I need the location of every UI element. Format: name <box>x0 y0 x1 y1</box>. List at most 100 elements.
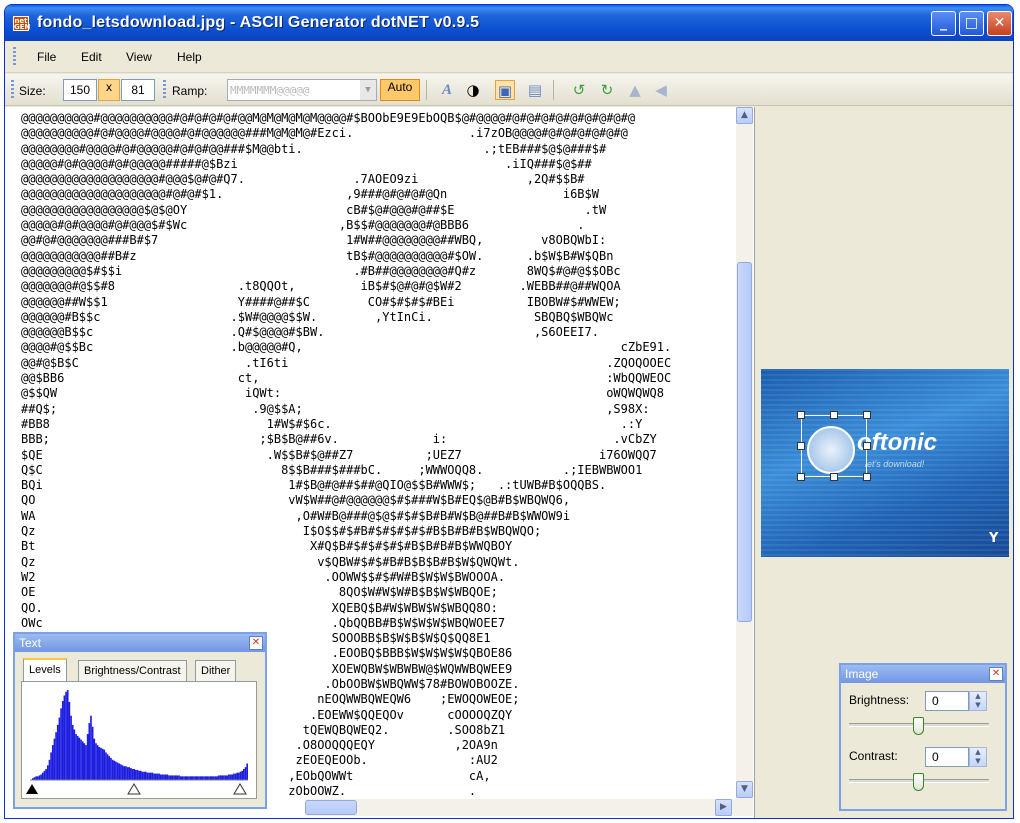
histogram-bar <box>241 770 244 780</box>
selection-handle[interactable] <box>797 473 805 481</box>
histogram-bar <box>233 773 235 780</box>
swap-size-button[interactable]: x <box>98 79 120 101</box>
menu-view[interactable]: View <box>126 50 152 64</box>
flip-vertical-icon[interactable]: ▲ <box>625 80 645 100</box>
levels-histogram[interactable] <box>22 682 256 798</box>
brightness-spinner[interactable]: ▲ ▼ <box>969 691 987 711</box>
horizontal-scroll-thumb[interactable] <box>305 800 357 815</box>
histogram-bar <box>105 752 107 780</box>
histogram-bar <box>66 690 69 780</box>
midpoint-handle[interactable] <box>127 783 141 795</box>
histogram-bar <box>113 760 116 780</box>
rotate-right-icon[interactable]: ↻ <box>597 80 617 100</box>
white-point-handle[interactable] <box>233 783 247 795</box>
invert-icon[interactable]: ◑ <box>463 80 483 100</box>
ramp-select[interactable]: MMMMMMM@@@@@ ▼ <box>227 79 377 101</box>
tab-brightness-contrast[interactable]: Brightness/Contrast <box>78 660 187 682</box>
tab-levels[interactable]: Levels <box>23 658 67 682</box>
tab-dither[interactable]: Dither <box>195 660 237 682</box>
app-window: net GEN fondo_letsdownload.jpg - ASCII G… <box>4 4 1014 819</box>
histogram-bar <box>86 734 89 780</box>
histogram-bar <box>106 754 109 780</box>
vertical-scrollbar[interactable]: ▲ ▼ <box>736 107 753 799</box>
histogram-bar <box>154 773 157 780</box>
histogram-bar <box>163 774 165 780</box>
toolbar-grip-icon[interactable] <box>11 80 14 100</box>
histogram-bar <box>178 775 180 780</box>
close-button[interactable]: ✕ <box>987 11 1012 36</box>
image-preview[interactable]: oftonic let's download! Y <box>761 369 1009 557</box>
selection-handle[interactable] <box>797 411 805 419</box>
fit-screen-icon[interactable]: ▣ <box>495 80 515 100</box>
chevron-down-icon[interactable]: ▼ <box>360 80 376 100</box>
text-panel-title[interactable]: Text <box>15 634 265 652</box>
histogram-bar <box>63 695 66 780</box>
histogram-bar <box>156 773 159 780</box>
selection-area[interactable] <box>801 415 867 477</box>
scroll-down-icon[interactable]: ▼ <box>736 781 753 798</box>
monitor-icon[interactable]: ▤ <box>525 80 545 100</box>
histogram-bar <box>133 768 136 780</box>
histogram-bar <box>234 773 237 780</box>
vertical-scroll-thumb[interactable] <box>737 262 752 622</box>
contrast-slider-thumb[interactable] <box>913 773 924 791</box>
levels-tab-content <box>21 681 257 799</box>
scroll-right-icon[interactable]: ▶ <box>715 799 732 816</box>
histogram-bar <box>118 763 121 780</box>
selection-handle[interactable] <box>830 411 838 419</box>
histogram-bar <box>204 776 207 780</box>
minimize-button[interactable]: _ <box>931 11 956 36</box>
black-point-handle[interactable] <box>26 784 38 794</box>
selection-handle[interactable] <box>830 473 838 481</box>
histogram-bar <box>219 775 222 780</box>
histogram-bar <box>115 761 117 780</box>
scroll-up-icon[interactable]: ▲ <box>736 107 753 124</box>
histogram-bar <box>179 776 182 780</box>
height-input[interactable]: 81 <box>121 79 155 101</box>
selection-handle[interactable] <box>863 411 871 419</box>
rotate-left-icon[interactable]: ↺ <box>569 80 589 100</box>
histogram-bar <box>126 767 129 780</box>
font-icon[interactable]: A <box>437 80 457 100</box>
histogram-bar <box>181 776 184 780</box>
image-panel-title[interactable]: Image <box>841 665 1005 683</box>
maximize-button[interactable]: □ <box>959 11 984 36</box>
brightness-input[interactable]: 0 <box>925 691 969 711</box>
toolbar-grip-2-icon[interactable] <box>163 80 166 100</box>
menu-edit[interactable]: Edit <box>81 50 102 64</box>
histogram-bar <box>78 737 81 780</box>
contrast-spinner[interactable]: ▲ ▼ <box>969 747 987 767</box>
menu-help[interactable]: Help <box>177 50 202 64</box>
ramp-label: Ramp: <box>172 84 208 98</box>
width-input[interactable]: 150 <box>63 79 97 101</box>
selection-handle[interactable] <box>863 473 871 481</box>
histogram-bar <box>116 762 119 780</box>
menu-file[interactable]: File <box>37 50 56 64</box>
brightness-slider-thumb[interactable] <box>913 717 924 735</box>
selection-handle[interactable] <box>863 442 871 450</box>
toolbar-separator <box>553 80 554 100</box>
close-icon[interactable]: ✕ <box>249 636 263 650</box>
histogram-bar <box>41 772 44 780</box>
histogram-bar <box>83 743 86 780</box>
contrast-input[interactable]: 0 <box>925 747 969 767</box>
histogram-bar <box>98 746 101 780</box>
auto-ramp-button[interactable]: Auto <box>380 79 420 101</box>
app-icon: net GEN <box>13 16 30 31</box>
title-bar[interactable]: net GEN fondo_letsdownload.jpg - ASCII G… <box>5 5 1013 41</box>
flip-horizontal-icon[interactable]: ◀ <box>651 80 671 100</box>
horizontal-scrollbar[interactable]: ▶ <box>305 799 753 816</box>
close-icon[interactable]: ✕ <box>989 667 1003 681</box>
histogram-bar <box>135 769 137 780</box>
text-panel: Text ✕ Levels Brightness/Contrast Dither <box>13 632 267 809</box>
menu-grip-icon[interactable] <box>13 47 16 67</box>
histogram-bar <box>206 776 209 780</box>
histogram-bar <box>121 765 124 780</box>
histogram-bar <box>140 770 142 780</box>
histogram-bar <box>143 771 145 780</box>
selection-handle[interactable] <box>797 442 805 450</box>
histogram-bar <box>183 776 185 780</box>
histogram-bar <box>149 772 152 780</box>
histogram-bar <box>141 771 144 780</box>
histogram-bar <box>55 732 57 780</box>
